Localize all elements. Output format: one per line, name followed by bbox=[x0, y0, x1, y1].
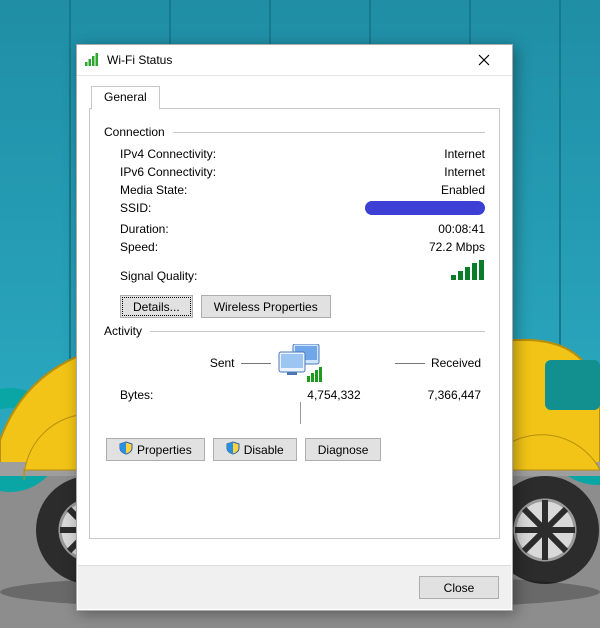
window-title: Wi-Fi Status bbox=[107, 53, 172, 67]
group-activity-label: Activity bbox=[104, 324, 142, 338]
divider bbox=[300, 402, 301, 424]
row-ipv4: IPv4 Connectivity:Internet bbox=[104, 145, 485, 163]
desktop-background: Wi-Fi Status General Connection IPv4 Con… bbox=[0, 0, 600, 628]
row-bytes: Bytes: 4,754,332 7,366,447 bbox=[104, 382, 485, 402]
details-button[interactable]: Details... bbox=[120, 295, 193, 318]
row-media-state: Media State:Enabled bbox=[104, 181, 485, 199]
row-duration: Duration:00:08:41 bbox=[104, 220, 485, 238]
monitors-icon bbox=[277, 344, 325, 382]
group-activity: Activity bbox=[104, 324, 485, 338]
bytes-sent-value: 4,754,332 bbox=[307, 388, 360, 402]
group-connection-label: Connection bbox=[104, 125, 165, 139]
general-panel: Connection IPv4 Connectivity:Internet IP… bbox=[89, 109, 500, 539]
tab-general[interactable]: General bbox=[91, 86, 160, 110]
diagnose-button[interactable]: Diagnose bbox=[305, 438, 382, 461]
shield-icon bbox=[119, 441, 133, 458]
close-icon bbox=[478, 54, 490, 66]
shield-icon bbox=[226, 441, 240, 458]
close-footer-button[interactable]: Close bbox=[419, 576, 499, 599]
row-ssid: SSID: bbox=[104, 199, 485, 220]
wireless-properties-button[interactable]: Wireless Properties bbox=[201, 295, 331, 318]
disable-button[interactable]: Disable bbox=[213, 438, 297, 461]
signal-bars-icon bbox=[451, 260, 485, 283]
properties-button[interactable]: Properties bbox=[106, 438, 205, 461]
wifi-icon bbox=[85, 52, 101, 69]
row-ipv6: IPv6 Connectivity:Internet bbox=[104, 163, 485, 181]
ssid-redacted bbox=[365, 201, 485, 215]
titlebar[interactable]: Wi-Fi Status bbox=[77, 45, 512, 76]
dialog-footer: Close bbox=[78, 565, 511, 609]
close-button[interactable] bbox=[464, 46, 504, 74]
row-signal-quality: Signal Quality: bbox=[104, 256, 485, 291]
tabstrip: General bbox=[89, 84, 500, 109]
bytes-recv-value: 7,366,447 bbox=[428, 388, 481, 402]
activity-header: Sent bbox=[104, 344, 485, 382]
wifi-status-window: Wi-Fi Status General Connection IPv4 Con… bbox=[76, 44, 513, 611]
group-connection: Connection bbox=[104, 125, 485, 139]
row-speed: Speed:72.2 Mbps bbox=[104, 238, 485, 256]
